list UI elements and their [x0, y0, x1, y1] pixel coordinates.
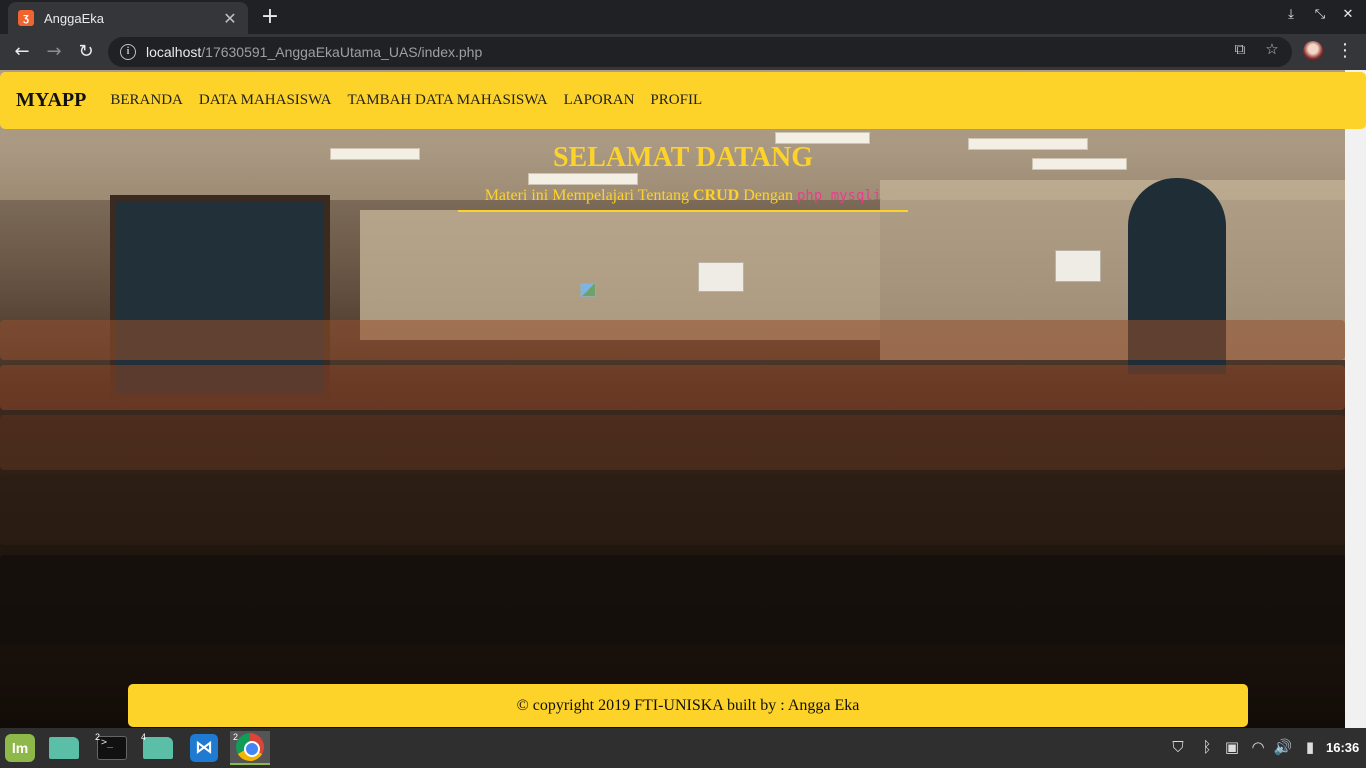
page-title: SELAMAT DATANG	[552, 142, 814, 173]
page-footer: © copyright 2019 FTI-UNISKA built by : A…	[128, 684, 1248, 727]
nav-link-profil[interactable]: PROFIL	[650, 92, 702, 109]
clipboard-icon[interactable]: ▣	[1222, 738, 1242, 756]
close-tab-icon[interactable]: ✕	[222, 9, 238, 28]
forward-button[interactable]: →	[42, 40, 66, 64]
minimize-icon[interactable]: ⤓	[1282, 7, 1300, 22]
linux-mint-icon: lm	[5, 734, 35, 762]
folder-icon	[143, 737, 173, 759]
new-tab-button[interactable]: +	[258, 5, 282, 29]
clock[interactable]: 16:36	[1326, 740, 1359, 755]
close-window-icon[interactable]: ✕	[1339, 7, 1357, 22]
menu-button[interactable]: lm	[0, 731, 40, 765]
address-bar[interactable]: i localhost/17630591_AnggaEkaUtama_UAS/i…	[108, 37, 1292, 67]
reload-button[interactable]: ↻	[74, 40, 98, 64]
shield-icon[interactable]: ⛉	[1168, 738, 1188, 756]
nav-link-data-mahasiswa[interactable]: DATA MAHASISWA	[199, 92, 332, 109]
profile-avatar[interactable]	[1303, 41, 1323, 61]
nav-link-tambah-data-mahasiswa[interactable]: TAMBAH DATA MAHASISWA	[347, 92, 547, 109]
xampp-icon: ʒ	[18, 10, 34, 26]
restore-icon[interactable]: ⤡	[1311, 7, 1329, 22]
bluetooth-icon[interactable]: ᛒ	[1197, 738, 1217, 756]
brand-logo[interactable]: MYAPP	[16, 89, 86, 112]
folder-icon	[49, 737, 79, 759]
bookmark-star-icon[interactable]: ☆	[1262, 40, 1282, 58]
chrome-icon	[236, 733, 264, 761]
browser-tab[interactable]: ʒ AnggaEka ✕	[8, 2, 248, 34]
terminal-launcher[interactable]: 2 >_	[92, 731, 132, 765]
battery-icon[interactable]: ▮	[1300, 738, 1320, 756]
volume-icon[interactable]: 🔊	[1273, 738, 1293, 756]
top-navbar: MYAPP BERANDA DATA MAHASISWA TAMBAH DATA…	[0, 72, 1366, 129]
nav-link-beranda[interactable]: BERANDA	[110, 92, 183, 109]
tab-title: AnggaEka	[44, 10, 104, 26]
files-launcher[interactable]	[44, 731, 84, 765]
files-window-button[interactable]: 4	[138, 731, 178, 765]
nav-link-laporan[interactable]: LAPORAN	[564, 92, 635, 109]
wifi-icon[interactable]: ◠	[1248, 738, 1268, 756]
vscode-icon: ⋈	[190, 734, 218, 762]
vscode-launcher[interactable]: ⋈	[184, 731, 224, 765]
tab-strip: ʒ AnggaEka ✕ + ⤓ ⤡ ✕	[0, 0, 1366, 34]
browser-menu-icon[interactable]: ⋮	[1336, 40, 1354, 61]
url-text: localhost/17630591_AnggaEkaUtama_UAS/ind…	[146, 44, 483, 60]
translate-icon[interactable]: ⧉	[1230, 40, 1250, 58]
browser-toolbar: ← → ↻ i localhost/17630591_AnggaEkaUtama…	[0, 34, 1366, 70]
info-icon[interactable]: i	[120, 44, 136, 60]
os-taskbar: lm 2 >_ 4 ⋈ 2 ⛉ ᛒ ▣ ◠ 🔊 ▮ 16:36	[0, 728, 1366, 768]
chrome-window-button[interactable]: 2	[230, 731, 270, 765]
page-viewport: MYAPP BERANDA DATA MAHASISWA TAMBAH DATA…	[0, 70, 1366, 728]
broken-image-icon	[580, 283, 596, 297]
title-underline	[458, 210, 908, 212]
page-subtitle: Materi ini Mempelajari Tentang CRUD Deng…	[484, 187, 882, 204]
back-button[interactable]: ←	[10, 40, 34, 64]
terminal-icon: >_	[97, 736, 127, 760]
